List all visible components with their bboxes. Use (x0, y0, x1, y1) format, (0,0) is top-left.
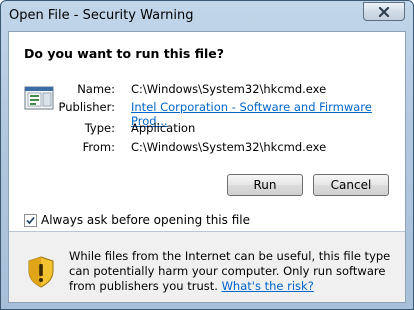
from-label: From: (82, 140, 115, 154)
window-title: Open File - Security Warning (9, 8, 194, 23)
close-button[interactable] (363, 2, 405, 21)
always-ask-label[interactable]: Always ask before opening this file (41, 213, 250, 227)
name-label: Name: (77, 82, 115, 96)
security-shield-icon (27, 256, 55, 288)
cancel-button[interactable]: Cancel (313, 174, 389, 196)
title-bar[interactable]: Open File - Security Warning (1, 1, 413, 31)
warning-message: While files from the Internet can be use… (69, 249, 394, 294)
from-value: C:\Windows\System32\hkcmd.exe (131, 140, 327, 154)
type-label: Type: (84, 121, 115, 135)
always-ask-option[interactable]: Always ask before opening this file (24, 211, 399, 229)
checkmark-icon (26, 216, 35, 224)
risk-link[interactable]: What's the risk? (222, 279, 314, 293)
security-warning-window: Open File - Security Warning Do you want… (0, 0, 414, 310)
warning-panel: While files from the Internet can be use… (9, 232, 405, 302)
dialog-question: Do you want to run this file? (24, 46, 224, 61)
type-value: Application (131, 121, 196, 135)
always-ask-checkbox[interactable] (24, 213, 37, 227)
close-icon (378, 6, 390, 18)
publisher-label: Publisher: (58, 100, 115, 114)
name-value: C:\Windows\System32\hkcmd.exe (131, 82, 327, 96)
dialog-content: Do you want to run this file? Name: C:\W… (8, 31, 406, 303)
run-button[interactable]: Run (227, 174, 303, 196)
